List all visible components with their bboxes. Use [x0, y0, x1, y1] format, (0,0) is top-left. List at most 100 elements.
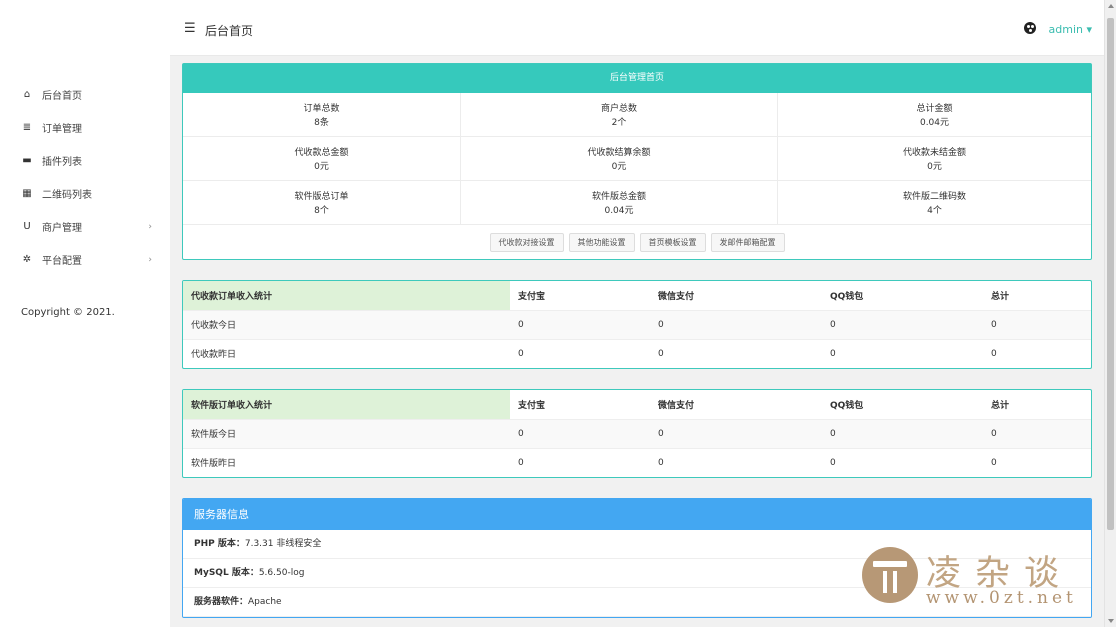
- table-cell: 0: [822, 309, 983, 339]
- sidebar-item-label: 商户管理: [42, 223, 82, 234]
- menu-toggle-icon[interactable]: ☰: [184, 21, 196, 36]
- stat-value: 8个: [314, 206, 329, 216]
- stat-label: 订单总数: [303, 104, 340, 114]
- sidebar-item-platform-config[interactable]: ✲ 平台配置 ›: [0, 243, 170, 276]
- table-cell: 0: [510, 338, 650, 368]
- table-cell: 0: [510, 309, 650, 339]
- stat-merchant-count: 商户总数 2个: [461, 93, 778, 137]
- sidebar-nav: ⌂ 后台首页 ≣ 订单管理 ▬ 插件列表 ▦ 二维码列表 U 商户管理 › ✲ …: [0, 78, 170, 276]
- sidebar-item-orders[interactable]: ≣ 订单管理: [0, 111, 170, 144]
- plugin-icon: ▬: [22, 155, 32, 166]
- sidebar-item-merchants[interactable]: U 商户管理 ›: [0, 210, 170, 243]
- stats-grid: 订单总数 8条 商户总数 2个 总计金额 0.04元 代收款总金额 0元 代收款结算余额…: [183, 93, 1091, 225]
- stat-collection-unsettled: 代收款未结金额 0元: [778, 137, 1091, 181]
- table-cell: 0: [983, 309, 1091, 339]
- stat-software-qrcodes: 软件版二维码数 4个: [778, 181, 1091, 225]
- watermark: 凌杂谈 www.0zt.net: [862, 545, 1112, 610]
- vertical-scrollbar[interactable]: [1104, 0, 1116, 627]
- sidebar-item-label: 二维码列表: [42, 190, 92, 201]
- table-cell: 0: [822, 418, 983, 448]
- header: ☰ 后台首页 admin ▾: [170, 0, 1116, 56]
- stat-software-amount: 软件版总金额 0.04元: [461, 181, 778, 225]
- list-icon: ≣: [22, 122, 32, 133]
- stat-collection-total: 代收款总金额 0元: [183, 137, 461, 181]
- stat-software-orders: 软件版总订单 8个: [183, 181, 461, 225]
- panel-title: 后台管理首页: [183, 64, 1091, 93]
- table-cell: 软件版昨日: [183, 447, 510, 477]
- info-label: MySQL 版本：: [194, 568, 259, 578]
- scroll-up-icon[interactable]: [1108, 4, 1114, 8]
- stat-total-amount: 总计金额 0.04元: [778, 93, 1091, 137]
- stat-value: 0.04元: [604, 206, 634, 216]
- admin-overview-panel: 后台管理首页 订单总数 8条 商户总数 2个 总计金额 0.04元 代收款总金额 0元 …: [182, 63, 1092, 260]
- table-cell: 0: [650, 418, 822, 448]
- stat-label: 商户总数: [600, 104, 637, 114]
- table-cell: 0: [510, 418, 650, 448]
- stat-value: 2个: [611, 118, 627, 128]
- table-row: 软件版今日 0 0 0 0: [183, 418, 1091, 448]
- stat-value: 8条: [314, 118, 329, 128]
- sidebar-item-label: 订单管理: [42, 124, 82, 135]
- stat-collection-settled: 代收款结算余额 0元: [461, 137, 778, 181]
- table-cell: 0: [650, 338, 822, 368]
- table-cell: 0: [983, 447, 1091, 477]
- user-menu[interactable]: admin ▾: [1049, 23, 1092, 36]
- chevron-right-icon: ›: [148, 221, 152, 232]
- sidebar-item-label: 插件列表: [42, 157, 82, 168]
- info-value: 7.3.31 非线程安全: [244, 539, 322, 549]
- info-value: Apache: [248, 597, 282, 607]
- homepage-template-button[interactable]: 首页模板设置: [639, 232, 706, 252]
- table-cell: 0: [822, 447, 983, 477]
- magnet-icon: U: [23, 221, 31, 232]
- page-title: 后台首页: [205, 24, 254, 38]
- table-header: QQ钱包: [830, 400, 864, 411]
- software-income-table: 软件版订单收入统计 支付宝 微信支付 QQ钱包 总计 软件版今日 0 0 0 0…: [182, 389, 1092, 478]
- sidebar-item-home[interactable]: ⌂ 后台首页: [0, 78, 170, 111]
- info-label: PHP 版本：: [194, 539, 245, 549]
- watermark-url: www.0zt.net: [926, 588, 1077, 608]
- table-cell: 0: [650, 309, 822, 339]
- collection-api-settings-button[interactable]: 代收款对接设置: [489, 232, 564, 252]
- table-header: 微信支付: [658, 400, 695, 411]
- table-header: 总计: [991, 291, 1010, 302]
- other-settings-button[interactable]: 其他功能设置: [568, 232, 635, 252]
- table-cell: 0: [983, 418, 1091, 448]
- mail-config-button[interactable]: 发邮件邮箱配置: [710, 232, 785, 252]
- table-header: QQ钱包: [830, 291, 864, 302]
- stat-label: 软件版二维码数: [902, 192, 966, 202]
- table-header: 总计: [991, 400, 1010, 411]
- stat-label: 总计金额: [916, 104, 953, 114]
- server-info-title: 服务器信息: [183, 499, 1091, 530]
- table-header: 微信支付: [658, 291, 695, 302]
- table-row: 代收款昨日 0 0 0 0: [183, 338, 1091, 368]
- main-content: 后台管理首页 订单总数 8条 商户总数 2个 总计金额 0.04元 代收款总金额 0元 …: [182, 63, 1092, 618]
- table-row: 软件版昨日 0 0 0 0: [183, 447, 1091, 477]
- sidebar-item-label: 后台首页: [42, 91, 82, 102]
- palette-icon[interactable]: [1024, 22, 1036, 34]
- qrcode-icon: ▦: [22, 188, 32, 199]
- table-header: 支付宝: [518, 400, 546, 411]
- sidebar-item-qrcodes[interactable]: ▦ 二维码列表: [0, 177, 170, 210]
- home-icon: ⌂: [23, 89, 31, 100]
- stat-order-count: 订单总数 8条: [183, 93, 461, 137]
- stat-label: 代收款总金额: [294, 148, 349, 158]
- sidebar: ⌂ 后台首页 ≣ 订单管理 ▬ 插件列表 ▦ 二维码列表 U 商户管理 › ✲ …: [0, 0, 170, 627]
- collection-income-table: 代收款订单收入统计 支付宝 微信支付 QQ钱包 总计 代收款今日 0 0 0 0…: [182, 280, 1092, 369]
- stat-value: 0元: [314, 162, 329, 172]
- stat-value: 4个: [927, 206, 942, 216]
- table-cell: 0: [983, 338, 1091, 368]
- stat-value: 0元: [927, 162, 942, 172]
- scroll-down-icon[interactable]: [1108, 619, 1114, 623]
- settings-buttons: 代收款对接设置 其他功能设置 首页模板设置 发邮件邮箱配置: [183, 225, 1091, 259]
- table-cell: 0: [650, 447, 822, 477]
- sidebar-item-plugins[interactable]: ▬ 插件列表: [0, 144, 170, 177]
- scrollbar-thumb[interactable]: [1107, 18, 1114, 530]
- sidebar-item-label: 平台配置: [42, 256, 82, 267]
- table-cell: 0: [510, 447, 650, 477]
- stat-value: 0.04元: [919, 118, 950, 128]
- stat-label: 代收款结算余额: [587, 148, 651, 158]
- info-value: 5.6.50-log: [258, 568, 305, 578]
- table-row: 代收款今日 0 0 0 0: [183, 309, 1091, 339]
- info-label: 服务器软件：: [194, 597, 249, 607]
- gear-icon: ✲: [22, 254, 32, 265]
